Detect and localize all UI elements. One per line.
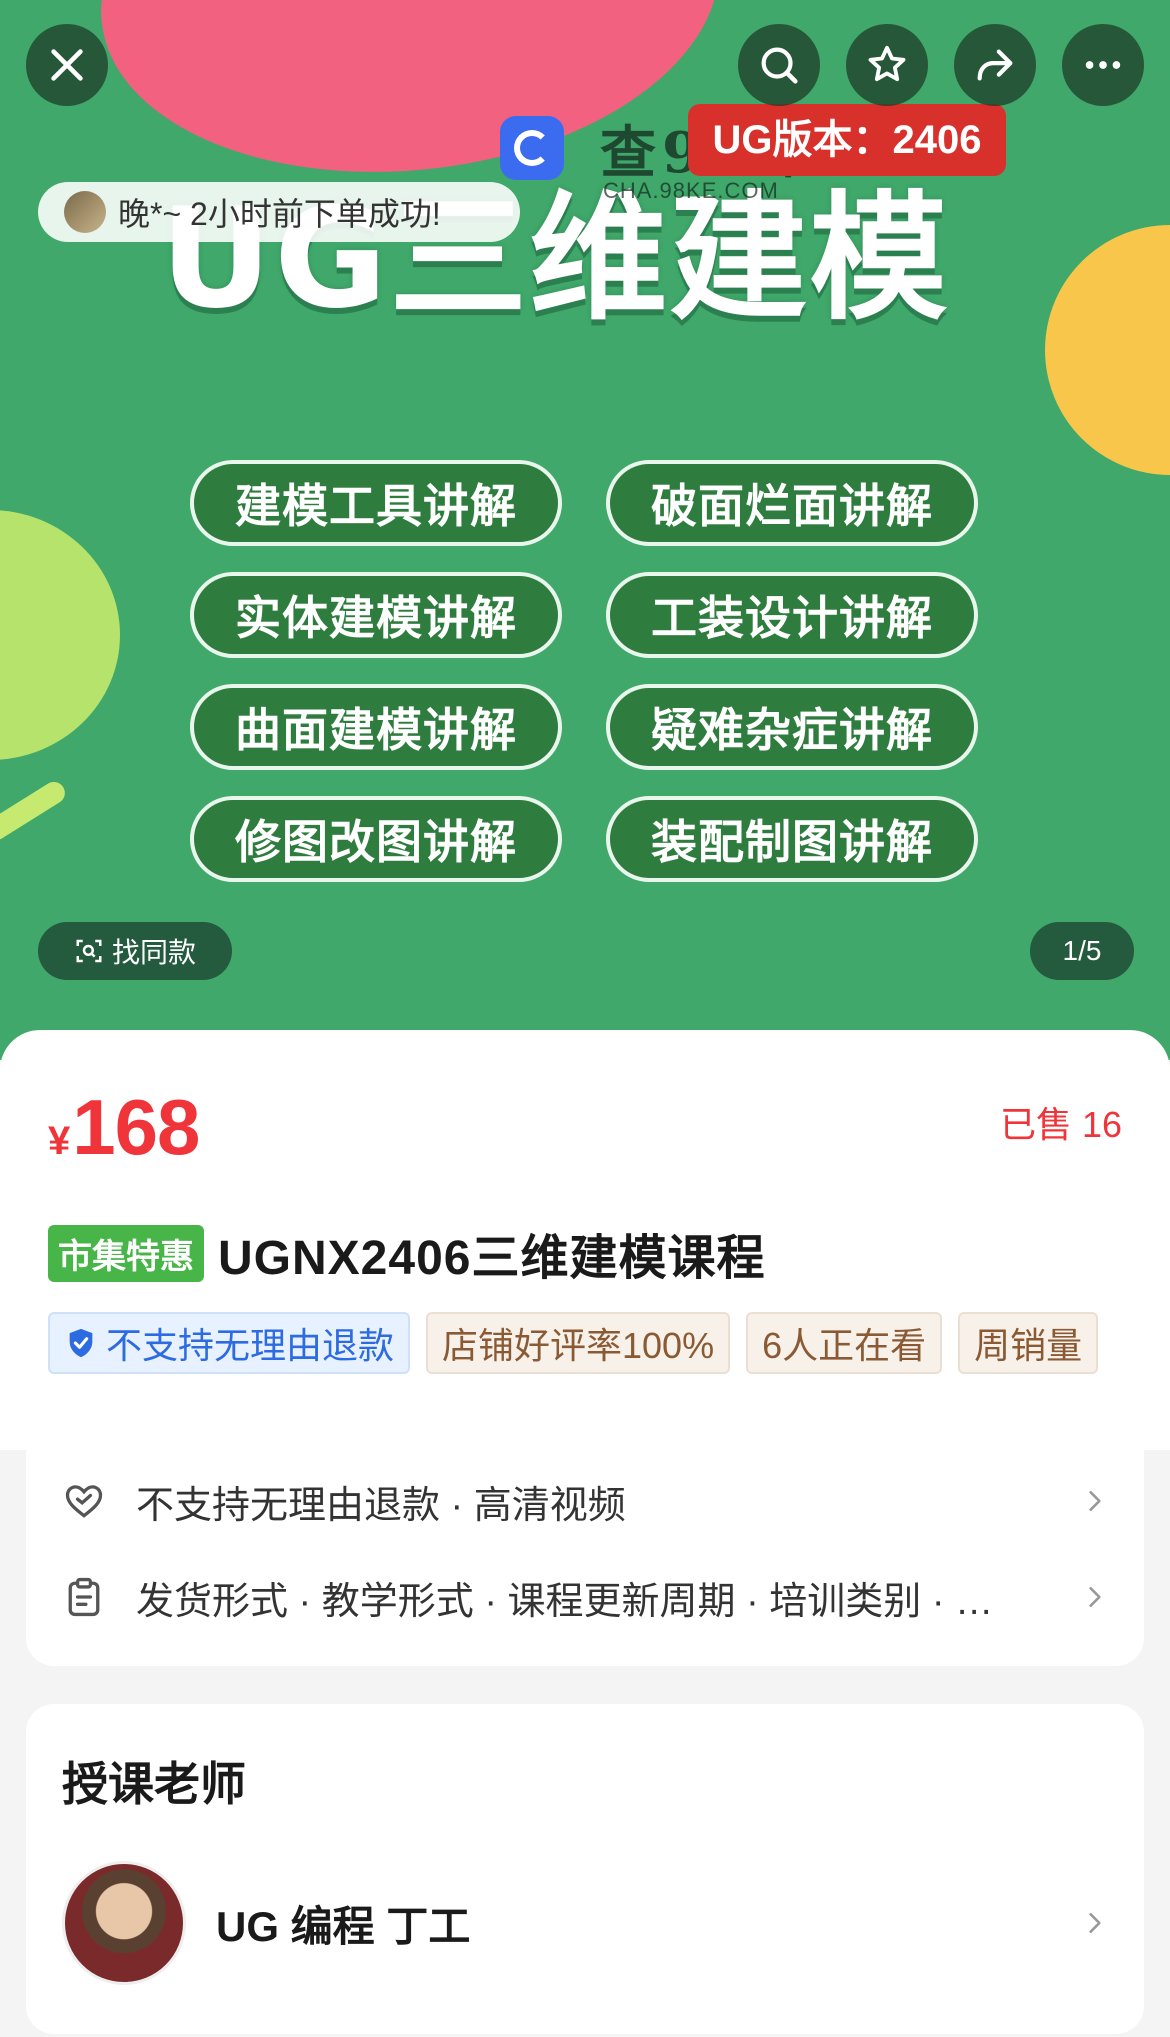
service-text: 发货形式 · 教学形式 · 课程更新周期 · 培训类别 · … — [136, 1580, 994, 1623]
feature-list: 建模工具讲解 破面烂面讲解 实体建模讲解 工装设计讲解 曲面建模讲解 疑难杂症讲… — [190, 460, 980, 882]
product-chips: 不支持无理由退款 店铺好评率100% 6人正在看 周销量 — [48, 1312, 1122, 1378]
share-button[interactable] — [954, 24, 1036, 106]
decor-lime-bar — [0, 777, 69, 845]
scan-icon — [76, 939, 102, 963]
currency-symbol: ¥ — [48, 1119, 71, 1163]
teacher-card: 授课老师 UG 编程 丁工 — [26, 1704, 1144, 2034]
product-image-carousel[interactable]: UG三维建模 查98课 CHA.98KE.COM UG版本：2406 晚*~ 2… — [0, 0, 1170, 1060]
product-title: UGNX2406三维建模课程 — [218, 1232, 766, 1285]
weekly-sales-chip[interactable]: 周销量 — [958, 1312, 1099, 1374]
heart-shield-icon — [65, 1485, 103, 1518]
price-value: 168 — [72, 1083, 200, 1171]
order-toast: 晚*~ 2小时前下单成功! — [38, 182, 520, 242]
teacher-heading: 授课老师 — [62, 1758, 246, 1810]
viewers-chip[interactable]: 6人正在看 — [746, 1312, 943, 1374]
product-info-card: ¥ 168 已售 16 市集特惠 UGNX2406三维建模课程 不支持无理由退款… — [0, 1030, 1170, 1450]
decor-yellow-blob — [1045, 225, 1170, 475]
feature-pill: 建模工具讲解 — [190, 460, 562, 546]
feature-pill: 破面烂面讲解 — [606, 460, 978, 546]
feature-pill: 修图改图讲解 — [190, 796, 562, 882]
feature-pill: 实体建模讲解 — [190, 572, 562, 658]
feature-pill: 工装设计讲解 — [606, 572, 978, 658]
promo-tag: 市集特惠 — [48, 1224, 204, 1282]
version-badge: UG版本：2406 — [688, 104, 1006, 176]
teacher-row[interactable]: UG 编程 丁工 — [62, 1860, 1108, 1986]
feature-pill: 装配制图讲解 — [606, 796, 978, 882]
more-button[interactable] — [1062, 24, 1144, 106]
order-toast-text: 晚*~ 2小时前下单成功! — [118, 196, 441, 232]
chevron-right-icon — [1089, 1491, 1101, 1511]
chevron-right-icon — [1089, 1587, 1101, 1607]
watermark-logo-icon — [500, 116, 564, 180]
clipboard-icon — [68, 1577, 100, 1617]
close-icon — [51, 49, 83, 81]
chevron-right-icon — [1089, 1913, 1101, 1933]
close-button[interactable] — [26, 24, 108, 106]
service-text: 不支持无理由退款 · 高清视频 — [136, 1484, 626, 1527]
service-row-details[interactable]: 发货形式 · 教学形式 · 课程更新周期 · 培训类别 · … — [62, 1552, 1108, 1642]
price: ¥ 168 — [48, 1082, 200, 1173]
product-title-row: 市集特惠 UGNX2406三维建模课程 — [48, 1218, 765, 1288]
feature-pill: 曲面建模讲解 — [190, 684, 562, 770]
feature-pill: 疑难杂症讲解 — [606, 684, 978, 770]
watermark-url: CHA.98KE.COM — [603, 178, 779, 203]
refund-policy-chip[interactable]: 不支持无理由退款 — [48, 1312, 411, 1374]
more-icon — [1085, 61, 1121, 69]
sold-count: 已售 16 — [999, 1104, 1122, 1145]
search-icon — [761, 47, 798, 84]
decor-lime-blob — [0, 510, 120, 760]
chip-label: 不支持无理由退款 — [106, 1325, 395, 1366]
service-card: 不支持无理由退款 · 高清视频 发货形式 · 教学形式 · 课程更新周期 · 培… — [26, 1426, 1144, 1666]
buyer-avatar — [64, 191, 106, 233]
image-page-counter: 1/5 — [1030, 922, 1134, 980]
find-same-button[interactable]: 找同款 — [38, 922, 232, 980]
favorite-button[interactable] — [846, 24, 928, 106]
service-row-refund[interactable]: 不支持无理由退款 · 高清视频 — [62, 1456, 1108, 1546]
share-icon — [977, 49, 1013, 81]
shield-check-icon — [69, 1328, 93, 1358]
star-icon — [868, 45, 906, 82]
search-button[interactable] — [738, 24, 820, 106]
teacher-name: UG 编程 丁工 — [216, 1902, 471, 1950]
rating-chip[interactable]: 店铺好评率100% — [426, 1312, 731, 1374]
find-same-label: 找同款 — [111, 937, 196, 968]
teacher-avatar[interactable] — [62, 1861, 186, 1985]
